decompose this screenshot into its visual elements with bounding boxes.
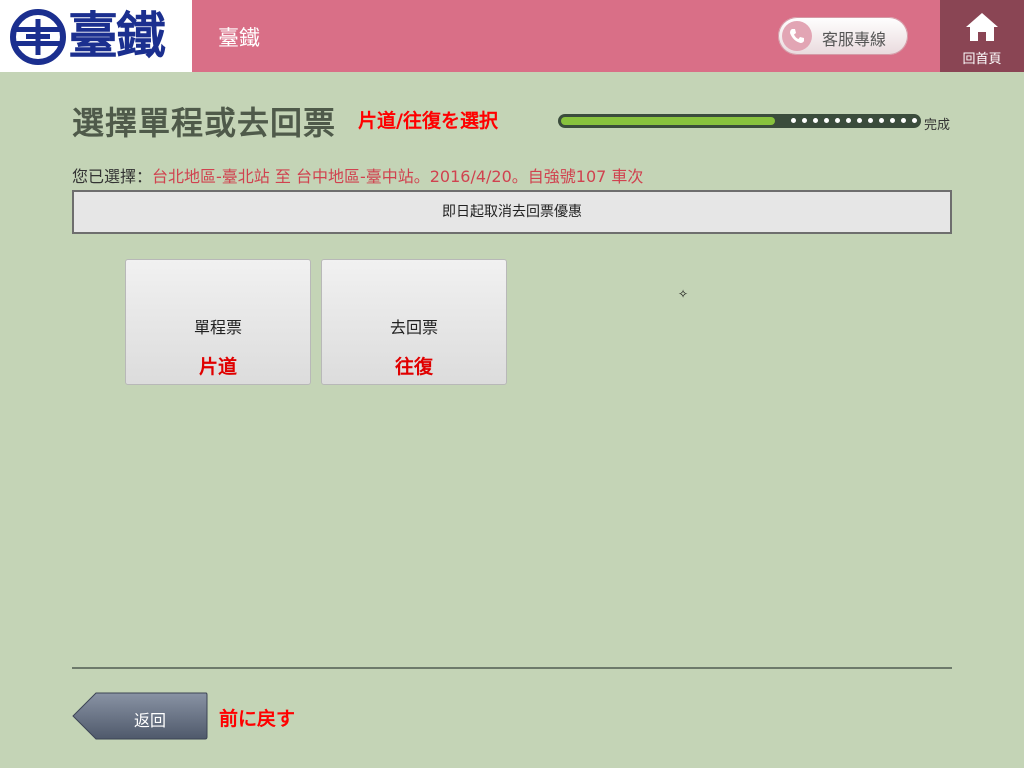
progress-dot xyxy=(813,118,818,123)
page-title-jp: 片道/往復を選択 xyxy=(358,110,498,132)
cursor-icon: ✧ xyxy=(678,287,689,301)
progress-dot xyxy=(879,118,884,123)
home-button[interactable]: 回首頁 xyxy=(940,0,1024,72)
one-way-label-jp: 片道 xyxy=(198,356,237,378)
round-trip-ticket-button[interactable]: 去回票 往復 xyxy=(321,259,507,385)
progress-dot xyxy=(901,118,906,123)
progress-dot xyxy=(868,118,873,123)
notice-banner: 即日起取消去回票優惠 xyxy=(72,190,952,234)
page-title: 選擇單程或去回票 xyxy=(72,104,337,142)
progress-dot xyxy=(802,118,807,123)
progress-dot xyxy=(912,118,917,123)
progress-dot xyxy=(835,118,840,123)
app-title: 臺鐵 xyxy=(218,26,260,50)
summary-value: 台北地區-臺北站 至 台中地區-臺中站。2016/4/20。自強號107 車次 xyxy=(152,167,644,186)
home-label: 回首頁 xyxy=(962,52,1002,67)
divider xyxy=(72,667,952,669)
back-label: 返回 xyxy=(133,711,166,730)
summary-label: 您已選擇： xyxy=(72,167,153,186)
round-trip-label: 去回票 xyxy=(389,318,438,337)
back-button[interactable]: 返回 xyxy=(72,692,208,740)
phone-icon xyxy=(782,21,812,51)
progress-dot xyxy=(791,118,796,123)
round-trip-label-jp: 往復 xyxy=(394,356,433,378)
logo[interactable]: 臺鐵 xyxy=(0,0,192,72)
back-label-jp: 前に戻す xyxy=(219,708,296,730)
progress-dots xyxy=(791,118,917,124)
logo-mark-icon xyxy=(10,9,66,65)
top-bar: 臺鐵 臺鐵 客服專線 回首頁 xyxy=(0,0,1024,72)
home-icon xyxy=(966,13,998,41)
progress-dot xyxy=(890,118,895,123)
one-way-label: 單程票 xyxy=(193,318,242,337)
progress-bar xyxy=(558,114,921,128)
progress-dot xyxy=(824,118,829,123)
one-way-ticket-button[interactable]: 單程票 片道 xyxy=(125,259,311,385)
progress-dot xyxy=(846,118,851,123)
hotline-label: 客服專線 xyxy=(822,30,887,49)
logo-text: 臺鐵 xyxy=(68,7,166,65)
progress-end-label: 完成 xyxy=(924,118,951,133)
selection-summary: 您已選擇：台北地區-臺北站 至 台中地區-臺中站。2016/4/20。自強號10… xyxy=(72,163,643,187)
progress-dot xyxy=(857,118,862,123)
hotline-button[interactable]: 客服專線 xyxy=(778,17,908,55)
progress-fill xyxy=(561,117,775,125)
